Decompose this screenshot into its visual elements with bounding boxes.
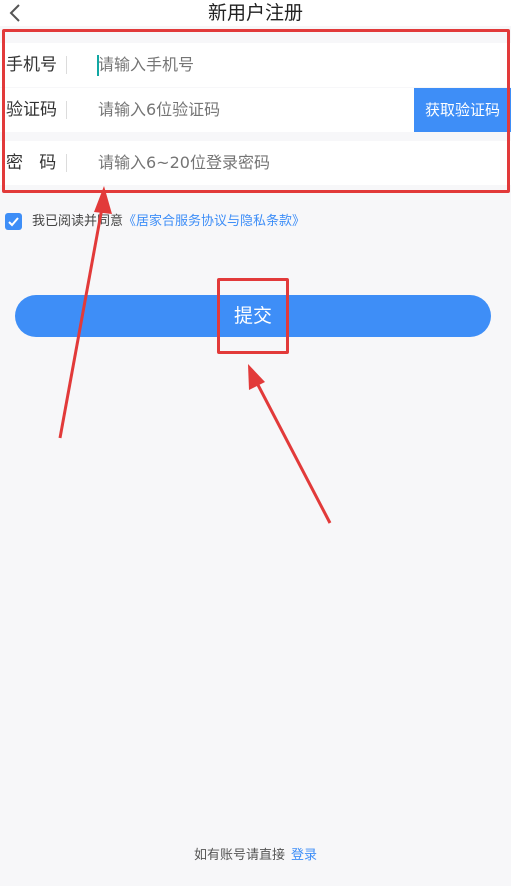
agreement-link[interactable]: 《居家合服务协议与隐私条款》 xyxy=(123,214,305,229)
arrow-head-icon xyxy=(94,186,112,214)
divider xyxy=(66,56,67,74)
annotation-arrows xyxy=(58,186,332,524)
agreement-prefix: 我已阅读并同意 xyxy=(32,214,124,229)
arrow-head-icon xyxy=(248,364,265,390)
text-caret xyxy=(97,55,99,76)
divider xyxy=(66,101,67,119)
login-link[interactable]: 登录 xyxy=(291,848,317,863)
phone-row: 手机号 xyxy=(0,43,511,87)
page-title: 新用户注册 xyxy=(207,2,303,24)
password-label: 密 码 xyxy=(6,153,57,173)
agreement-checkbox[interactable] xyxy=(5,213,22,230)
verification-code-input[interactable] xyxy=(98,88,398,132)
code-row: 验证码 获取验证码 xyxy=(0,88,511,132)
divider xyxy=(66,154,67,172)
password-input[interactable] xyxy=(98,141,398,185)
top-bar: 新用户注册 xyxy=(0,0,511,26)
get-code-button[interactable]: 获取验证码 xyxy=(414,88,511,132)
phone-label: 手机号 xyxy=(6,55,57,75)
password-row: 密 码 xyxy=(0,141,511,185)
submit-button[interactable]: 提交 xyxy=(15,295,491,337)
code-label: 验证码 xyxy=(6,100,57,120)
footer-prompt: 如有账号请直接 xyxy=(193,848,285,863)
agreement-text: 我已阅读并同意《居家合服务协议与隐私条款》 xyxy=(32,212,305,232)
phone-input[interactable] xyxy=(98,43,398,87)
footer: 如有账号请直接 登录 xyxy=(0,846,511,866)
